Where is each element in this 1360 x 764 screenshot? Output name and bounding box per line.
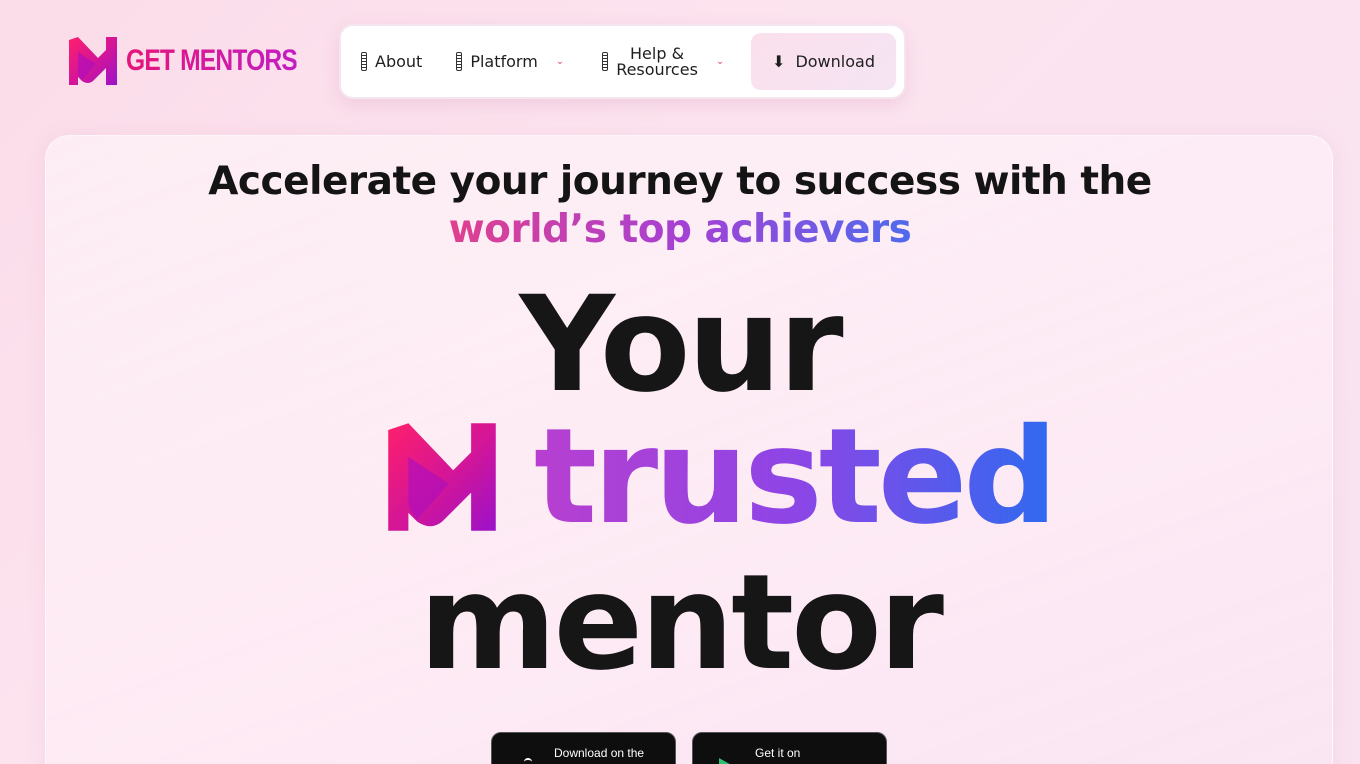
download-arrow-icon: ⬇ bbox=[772, 52, 786, 71]
google-play-caption: Get it on bbox=[755, 746, 801, 760]
nav-item-about[interactable]: About bbox=[361, 52, 422, 71]
nav-item-platform[interactable]: Platform ⌄ bbox=[456, 52, 564, 71]
google-play-icon bbox=[719, 758, 735, 764]
download-button-label: Download bbox=[795, 52, 875, 71]
site-logo[interactable]: GET MENTORS bbox=[68, 36, 334, 86]
headline-trusted-row: trusted bbox=[386, 400, 1058, 554]
bar-icon bbox=[361, 52, 367, 71]
google-play-button[interactable]: Get it on bbox=[692, 732, 887, 764]
subheading-highlight: world’s top achievers bbox=[448, 207, 912, 252]
nav-item-label-line2: Resources bbox=[616, 59, 698, 79]
app-store-button[interactable]: Download on the bbox=[491, 732, 676, 764]
chevron-down-icon: ⌄ bbox=[555, 56, 565, 67]
headline-trusted: trusted bbox=[534, 400, 1058, 554]
nav-item-label: Help & Resources bbox=[616, 45, 698, 79]
nav-item-help-resources[interactable]: Help & Resources ⌄ bbox=[602, 45, 725, 79]
chevron-down-icon: ⌄ bbox=[715, 56, 725, 67]
getmentors-logo-icon bbox=[69, 37, 117, 85]
subheading-line1: Accelerate your journey to success with … bbox=[208, 159, 1152, 204]
headline-your: Your bbox=[519, 268, 843, 422]
apple-icon bbox=[524, 758, 532, 764]
nav-item-label: About bbox=[375, 52, 423, 71]
brand-name: GET MENTORS bbox=[126, 44, 298, 77]
top-navigation: About Platform ⌄ Help & Resources ⌄ ⬇ Do… bbox=[339, 24, 906, 99]
bar-icon bbox=[456, 52, 463, 71]
headline-mentor: mentor bbox=[419, 546, 944, 700]
download-button[interactable]: ⬇ Download bbox=[751, 33, 896, 90]
bar-icon bbox=[602, 52, 609, 71]
hero-subheading: Accelerate your journey to success with … bbox=[0, 158, 1360, 254]
getmentors-logo-icon bbox=[388, 423, 496, 531]
app-store-caption: Download on the bbox=[554, 746, 645, 760]
nav-item-label: Platform bbox=[470, 52, 538, 71]
